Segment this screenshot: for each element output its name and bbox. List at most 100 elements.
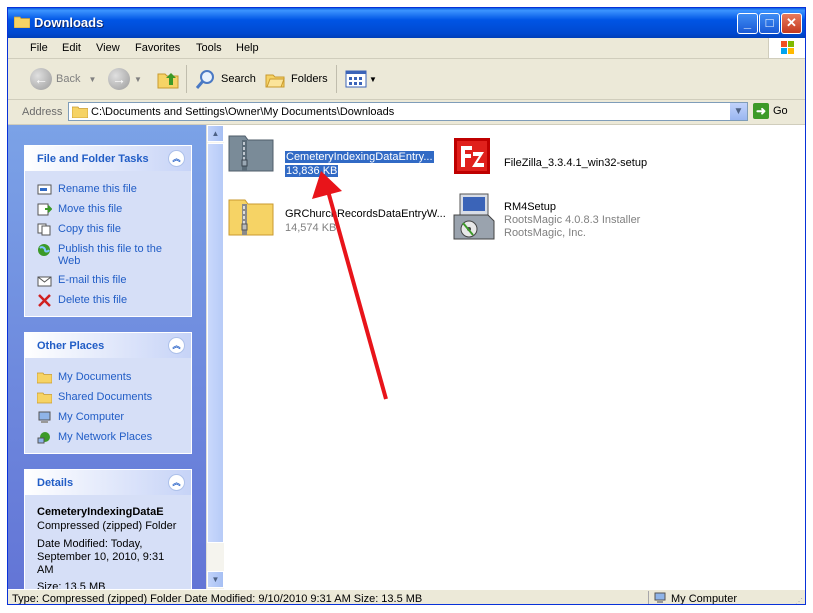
folders-button[interactable]: Folders xyxy=(264,65,328,93)
folder-icon xyxy=(72,106,88,118)
copy-label: Copy this file xyxy=(58,223,121,235)
copy-icon xyxy=(37,223,51,236)
collapse-icon[interactable]: ︽ xyxy=(168,474,185,491)
details-title: Details xyxy=(37,477,74,489)
my-documents-label: My Documents xyxy=(58,371,132,383)
up-folder-icon xyxy=(157,73,179,89)
details-type: Compressed (zipped) Folder xyxy=(37,520,177,532)
publish-task[interactable]: Publish this file to the Web xyxy=(37,243,168,267)
details-modified-label: Date Modified: Today, xyxy=(37,538,143,550)
collapse-icon[interactable]: ︽ xyxy=(168,337,185,354)
maximize-button[interactable]: □ xyxy=(759,13,780,34)
move-task[interactable]: Move this file xyxy=(37,203,122,216)
annotation-arrow xyxy=(312,171,388,400)
address-dropdown-icon[interactable]: ▼ xyxy=(730,103,747,120)
details-size: Size: 13.5 MB xyxy=(37,581,106,589)
rename-task[interactable]: Rename this file xyxy=(37,183,137,196)
file-tasks-header[interactable]: File and Folder Tasks ︽ xyxy=(25,146,191,171)
toolbar-separator xyxy=(186,65,187,93)
file-tasks-panel: File and Folder Tasks ︽ Rename this file… xyxy=(24,145,192,317)
close-button[interactable]: ✕ xyxy=(781,13,802,34)
address-path: C:\Documents and Settings\Owner\My Docum… xyxy=(91,106,395,118)
computer-icon xyxy=(654,592,666,603)
scroll-thumb[interactable] xyxy=(207,143,224,543)
scroll-down-icon[interactable]: ▼ xyxy=(207,571,224,588)
email-task[interactable]: E-mail this file xyxy=(37,274,126,287)
back-dropdown-icon: ▼ xyxy=(88,74,97,84)
back-button[interactable]: ← Back ▼ xyxy=(30,65,96,93)
details-modified-ampm: AM xyxy=(37,564,54,576)
my-computer-label: My Computer xyxy=(58,411,125,423)
computer-icon xyxy=(38,411,51,423)
address-input[interactable]: C:\Documents and Settings\Owner\My Docum… xyxy=(68,102,748,121)
folders-icon xyxy=(265,74,285,88)
task-pane-scrollbar[interactable]: ▲ ▼ xyxy=(206,125,224,589)
menu-edit[interactable]: Edit xyxy=(62,42,81,54)
go-arrow-icon: ➜ xyxy=(753,103,769,119)
status-bar: Type: Compressed (zipped) Folder Date Mo… xyxy=(8,589,805,605)
rename-label: Rename this file xyxy=(58,183,137,195)
address-label: Address xyxy=(22,106,63,118)
search-icon xyxy=(195,70,214,89)
minimize-button[interactable]: _ xyxy=(737,13,758,34)
search-button[interactable]: Search xyxy=(194,65,256,93)
details-header[interactable]: Details ︽ xyxy=(25,470,191,495)
toolbar-separator xyxy=(336,65,337,93)
search-label: Search xyxy=(221,73,256,85)
task-pane: File and Folder Tasks ︽ Rename this file… xyxy=(8,125,206,589)
folder-icon xyxy=(37,392,52,404)
status-text: Type: Compressed (zipped) Folder Date Mo… xyxy=(12,593,423,605)
shared-documents-link[interactable]: Shared Documents xyxy=(37,391,152,404)
file-tasks-title: File and Folder Tasks xyxy=(37,153,149,165)
my-documents-link[interactable]: My Documents xyxy=(37,371,131,384)
network-icon xyxy=(37,432,50,444)
move-label: Move this file xyxy=(58,203,123,215)
go-button[interactable]: ➜ Go xyxy=(753,103,788,119)
menu-file[interactable]: File xyxy=(30,42,48,54)
folder-icon xyxy=(14,16,30,28)
other-places-title: Other Places xyxy=(37,340,105,352)
delete-task[interactable]: Delete this file xyxy=(37,294,127,307)
scroll-up-icon[interactable]: ▲ xyxy=(207,125,224,142)
menu-view[interactable]: View xyxy=(96,42,120,54)
window-title: Downloads xyxy=(34,15,104,30)
menu-tools[interactable]: Tools xyxy=(196,42,222,54)
status-zone: My Computer xyxy=(671,593,738,605)
status-divider xyxy=(648,591,649,604)
collapse-icon[interactable]: ︽ xyxy=(168,150,185,167)
rename-icon xyxy=(37,184,52,195)
file-list: CemeteryIndexingDataEntry... 13,836 KB F… xyxy=(224,125,805,589)
other-places-header[interactable]: Other Places ︽ xyxy=(25,333,191,358)
back-arrow-icon: ← xyxy=(30,68,52,90)
move-icon xyxy=(37,203,52,216)
menu-bar: File Edit View Favorites Tools Help xyxy=(8,38,805,59)
windows-logo-icon xyxy=(768,38,805,58)
forward-button[interactable]: → ▼ xyxy=(108,65,142,93)
explorer-window: Downloads _ □ ✕ File Edit View Favorites… xyxy=(7,7,806,605)
go-label: Go xyxy=(773,105,788,117)
toolbar: ← Back ▼ → ▼ Search Folders ▼ xyxy=(8,59,805,100)
copy-task[interactable]: Copy this file xyxy=(37,223,121,236)
shared-documents-label: Shared Documents xyxy=(58,391,153,403)
other-places-panel: Other Places ︽ My Documents Shared Docum… xyxy=(24,332,192,454)
my-computer-link[interactable]: My Computer xyxy=(37,411,124,424)
up-button[interactable] xyxy=(156,65,180,93)
email-icon xyxy=(37,276,52,287)
views-button[interactable]: ▼ xyxy=(344,65,377,93)
title-bar[interactable]: Downloads _ □ ✕ xyxy=(8,8,805,38)
details-modified-date: September 10, 2010, 9:31 xyxy=(37,551,165,563)
my-network-places-label: My Network Places xyxy=(58,431,153,443)
details-name: CemeteryIndexingDataE xyxy=(37,506,164,518)
back-label: Back xyxy=(56,73,81,85)
delete-label: Delete this file xyxy=(58,294,128,306)
menu-help[interactable]: Help xyxy=(236,42,259,54)
menu-favorites[interactable]: Favorites xyxy=(135,42,180,54)
publish-label: Publish this file to the Web xyxy=(58,243,162,267)
resize-grip-icon[interactable]: ⋰ xyxy=(795,597,803,604)
globe-icon xyxy=(38,244,50,256)
views-dropdown-icon: ▼ xyxy=(369,74,377,84)
views-icon xyxy=(345,70,367,88)
forward-dropdown-icon: ▼ xyxy=(134,74,142,84)
my-network-places-link[interactable]: My Network Places xyxy=(37,431,152,444)
folders-label: Folders xyxy=(291,73,328,85)
